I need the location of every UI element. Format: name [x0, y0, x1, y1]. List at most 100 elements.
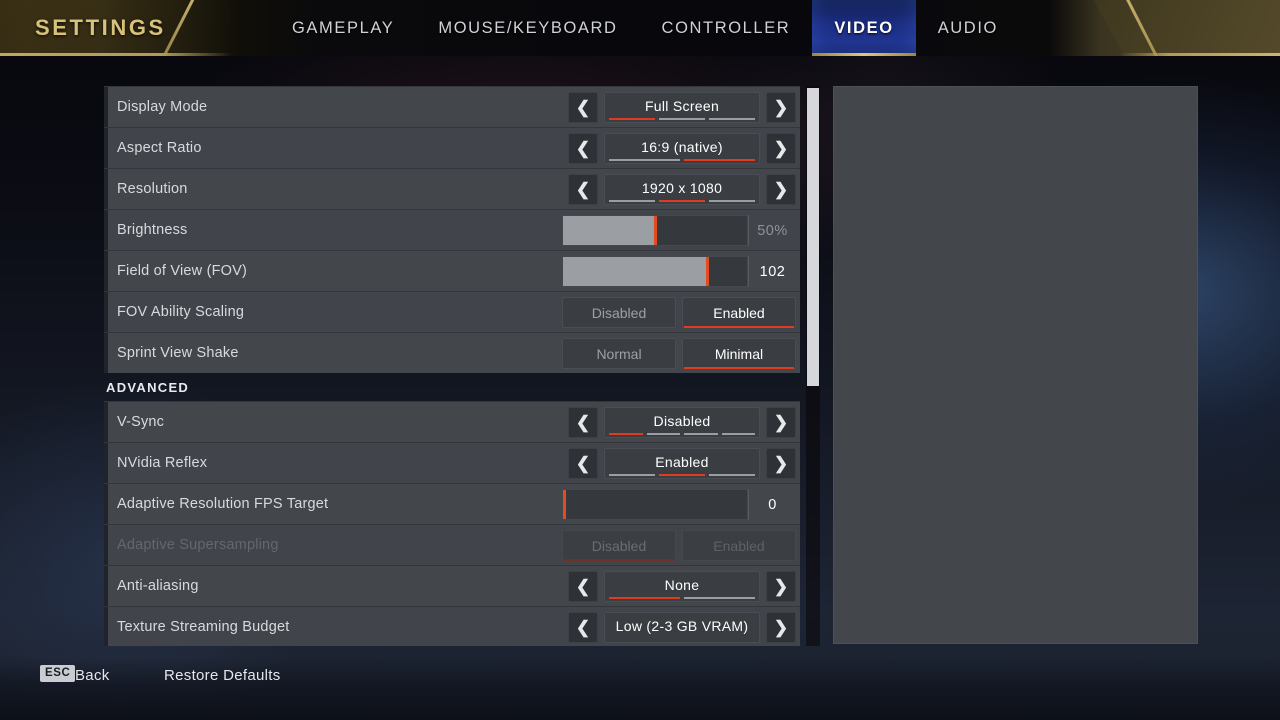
spinner-value-v-sync: Disabled	[653, 412, 711, 429]
chevron-right-icon[interactable]: ❯	[766, 407, 796, 438]
settings-list-viewport: Display Mode ❮ Full Screen ❯ Aspect Ratio ❮ 16…	[104, 86, 800, 646]
setting-row-fov-ability-scaling[interactable]: FOV Ability Scaling Disabled Enabled	[104, 291, 800, 332]
spinner-value-box-resolution[interactable]: 1920 x 1080	[604, 174, 760, 205]
slider-fill-brightness	[563, 216, 655, 245]
chevron-right-icon[interactable]: ❯	[766, 571, 796, 602]
chevron-left-icon[interactable]: ❮	[568, 571, 598, 602]
slider-fill-field-of-view	[563, 257, 707, 286]
spinner-segment	[659, 118, 705, 120]
toggle-option-fov-ability-scaling-enabled[interactable]: Enabled	[682, 297, 796, 328]
chevron-left-icon[interactable]: ❮	[568, 133, 598, 164]
slider-value-brightness: 50%	[748, 215, 796, 246]
slider-track-brightness[interactable]	[562, 215, 748, 246]
spinner-value-box-anti-aliasing[interactable]: None	[604, 571, 760, 602]
back-button[interactable]: Back	[75, 667, 110, 684]
spinner-segments-v-sync	[609, 433, 755, 435]
slider-handle-brightness[interactable]	[654, 216, 657, 245]
slider-track-field-of-view[interactable]	[562, 256, 748, 287]
setting-label-texture-streaming-budget: Texture Streaming Budget	[117, 619, 290, 635]
spinner-value-display-mode: Full Screen	[644, 97, 720, 114]
setting-row-brightness[interactable]: Brightness 50%	[104, 209, 800, 250]
chevron-left-icon[interactable]: ❮	[568, 448, 598, 479]
setting-row-adaptive-supersampling[interactable]: Adaptive Supersampling Disabled Enabled	[104, 524, 800, 565]
restore-defaults-button[interactable]: Restore Defaults	[164, 667, 281, 684]
setting-control-adaptive-resolution-fps-target: 0	[562, 484, 800, 525]
spinner-segment	[659, 474, 705, 476]
settings-scrollbar-thumb[interactable]	[807, 88, 819, 386]
header-underline-right	[1120, 53, 1280, 56]
spinner-value-texture-streaming-budget: Low (2-3 GB VRAM)	[615, 617, 749, 634]
spinner-segment	[646, 433, 680, 435]
spinner-segment	[609, 433, 643, 435]
chevron-right-icon[interactable]: ❯	[766, 92, 796, 123]
spinner-value-box-texture-streaming-budget[interactable]: Low (2-3 GB VRAM)	[604, 612, 760, 643]
esc-key-badge: ESC	[40, 665, 76, 682]
toggle-option-adaptive-supersampling-enabled: Enabled	[682, 530, 796, 561]
setting-control-field-of-view: 102	[562, 251, 800, 292]
tab-video[interactable]: VIDEO	[812, 0, 917, 56]
spinner-value-resolution: 1920 x 1080	[641, 179, 723, 196]
toggle-option-fov-ability-scaling-disabled[interactable]: Disabled	[562, 297, 676, 328]
setting-row-v-sync[interactable]: V-Sync ❮ Disabled ❯	[104, 401, 800, 442]
setting-label-nvidia-reflex: NVidia Reflex	[117, 455, 208, 471]
setting-label-brightness: Brightness	[117, 222, 188, 238]
setting-control-fov-ability-scaling: Disabled Enabled	[562, 292, 800, 333]
toggle-option-sprint-view-shake-minimal[interactable]: Minimal	[682, 338, 796, 369]
tab-gameplay[interactable]: GAMEPLAY	[270, 0, 416, 56]
chevron-right-icon[interactable]: ❯	[766, 174, 796, 205]
chevron-left-icon[interactable]: ❮	[568, 92, 598, 123]
spinner-segments-nvidia-reflex	[609, 474, 755, 476]
spinner-segment	[609, 159, 680, 161]
spinner-segments-anti-aliasing	[609, 597, 755, 599]
setting-row-field-of-view[interactable]: Field of View (FOV) 102	[104, 250, 800, 291]
toggle-option-sprint-view-shake-normal[interactable]: Normal	[562, 338, 676, 369]
chevron-right-icon[interactable]: ❯	[766, 448, 796, 479]
setting-control-display-mode: ❮ Full Screen ❯	[568, 87, 800, 128]
setting-row-aspect-ratio[interactable]: Aspect Ratio ❮ 16:9 (native) ❯	[104, 127, 800, 168]
spinner-value-nvidia-reflex: Enabled	[655, 453, 709, 470]
setting-label-adaptive-resolution-fps-target: Adaptive Resolution FPS Target	[117, 496, 329, 512]
setting-label-display-mode: Display Mode	[117, 99, 208, 115]
spinner-value-box-display-mode[interactable]: Full Screen	[604, 92, 760, 123]
setting-row-resolution[interactable]: Resolution ❮ 1920 x 1080 ❯	[104, 168, 800, 209]
spinner-segment	[684, 597, 755, 599]
spinner-segment	[609, 597, 680, 599]
tab-audio[interactable]: AUDIO	[916, 0, 1020, 56]
slider-handle-field-of-view[interactable]	[705, 257, 709, 286]
slider-handle-adaptive-resolution-fps-target[interactable]	[563, 490, 566, 519]
tab-mouse-keyboard[interactable]: MOUSE/KEYBOARD	[416, 0, 639, 56]
chevron-left-icon[interactable]: ❮	[568, 612, 598, 643]
setting-control-texture-streaming-budget: ❮ Low (2-3 GB VRAM) ❯	[568, 607, 800, 646]
footer-bar: ESC Back Restore Defaults	[0, 658, 1280, 720]
spinner-segment	[659, 200, 705, 202]
spinner-segment	[709, 200, 755, 202]
spinner-value-anti-aliasing: None	[664, 576, 700, 593]
spinner-value-box-v-sync[interactable]: Disabled	[604, 407, 760, 438]
slider-value-field-of-view: 102	[748, 256, 796, 287]
setting-row-texture-streaming-budget[interactable]: Texture Streaming Budget ❮ Low (2-3 GB VRA…	[104, 606, 800, 646]
setting-row-sprint-view-shake[interactable]: Sprint View Shake Normal Minimal	[104, 332, 800, 373]
setting-control-adaptive-supersampling: Disabled Enabled	[562, 525, 800, 566]
chevron-left-icon[interactable]: ❮	[568, 407, 598, 438]
chevron-right-icon[interactable]: ❯	[766, 133, 796, 164]
page-title: SETTINGS	[35, 15, 166, 40]
spinner-segment	[709, 118, 755, 120]
setting-label-resolution: Resolution	[117, 181, 188, 197]
setting-row-display-mode[interactable]: Display Mode ❮ Full Screen ❯	[104, 86, 800, 127]
setting-row-anti-aliasing[interactable]: Anti-aliasing ❮ None ❯	[104, 565, 800, 606]
tab-controller[interactable]: CONTROLLER	[640, 0, 813, 56]
toggle-option-adaptive-supersampling-disabled: Disabled	[562, 530, 676, 561]
chevron-right-icon[interactable]: ❯	[766, 612, 796, 643]
spinner-segments-display-mode	[609, 118, 755, 120]
setting-label-field-of-view: Field of View (FOV)	[117, 263, 248, 279]
setting-row-nvidia-reflex[interactable]: NVidia Reflex ❮ Enabled ❯	[104, 442, 800, 483]
spinner-value-box-aspect-ratio[interactable]: 16:9 (native)	[604, 133, 760, 164]
chevron-left-icon[interactable]: ❮	[568, 174, 598, 205]
slider-track-adaptive-resolution-fps-target[interactable]	[562, 489, 748, 520]
setting-row-adaptive-resolution-fps-target[interactable]: Adaptive Resolution FPS Target 0	[104, 483, 800, 524]
spinner-value-box-nvidia-reflex[interactable]: Enabled	[604, 448, 760, 479]
setting-control-resolution: ❮ 1920 x 1080 ❯	[568, 169, 800, 210]
spinner-segments-resolution	[609, 200, 755, 202]
setting-control-aspect-ratio: ❮ 16:9 (native) ❯	[568, 128, 800, 169]
spinner-segment	[609, 118, 655, 120]
